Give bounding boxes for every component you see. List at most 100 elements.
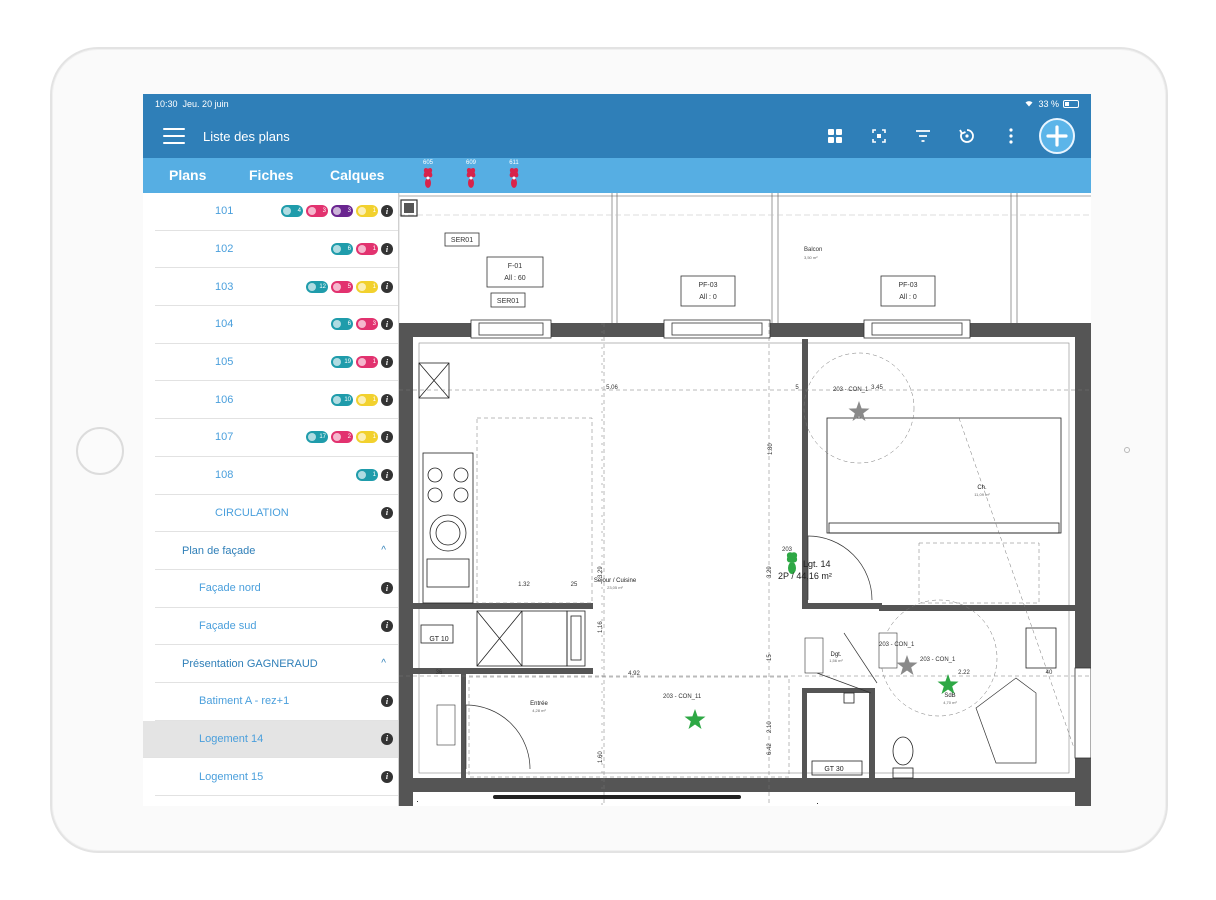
annotation-count-badge: 1: [356, 243, 378, 256]
info-icon[interactable]: i: [381, 770, 393, 783]
chevron-up-icon[interactable]: ^: [381, 658, 386, 669]
plan-list-item[interactable]: 101 4 3 3 1 i: [155, 193, 398, 231]
front-camera: [1124, 447, 1130, 453]
plan-list-item[interactable]: 108 1 i: [155, 457, 398, 495]
info-icon[interactable]: i: [381, 582, 393, 595]
plan-group-item[interactable]: Batiment A - rez+1 i: [155, 683, 398, 721]
annotation-count-badge: 4: [281, 205, 303, 218]
plan-group-item[interactable]: Logement 14 i: [143, 720, 398, 759]
info-icon[interactable]: i: [381, 393, 393, 406]
sync-icon[interactable]: [945, 114, 989, 158]
annotation-count-badge: 5: [331, 280, 353, 293]
marker-label-3: 203 - CON_1: [920, 657, 956, 663]
grid-view-icon[interactable]: [813, 114, 857, 158]
info-icon[interactable]: i: [381, 356, 393, 369]
green-star-marker[interactable]: [937, 674, 959, 694]
nav-title: Liste des plans: [203, 128, 290, 144]
dim-v3: 3.29: [767, 566, 773, 578]
dim-v2: 3.29: [598, 566, 604, 578]
plan-group-item[interactable]: Façade nord i: [155, 570, 398, 608]
dim-8: 36: [436, 670, 443, 676]
dim-1: 5.06: [606, 385, 618, 391]
info-icon[interactable]: i: [381, 243, 393, 256]
plan-group-item[interactable]: Façade sud i: [155, 608, 398, 646]
info-icon[interactable]: i: [381, 318, 393, 331]
tag-f01: F-01: [508, 263, 523, 270]
floor-plan-canvas[interactable]: SER01 F-01 All : 60 SER01 PF-03 All : 0 …: [399, 193, 1091, 806]
plan-group-header[interactable]: Plan de façade ^: [155, 532, 398, 570]
fan-layer-number: 611: [509, 160, 519, 166]
plan-item-label: Logement 14: [199, 732, 264, 745]
green-star-marker[interactable]: [684, 709, 706, 729]
marker-label-4: 203 - CON_11: [663, 694, 702, 700]
plan-group-header[interactable]: Présentation GAGNERAUD ^: [155, 645, 398, 683]
dim-9: 40: [1046, 670, 1053, 676]
home-button[interactable]: [76, 427, 124, 475]
group-title: Présentation GAGNERAUD: [182, 657, 318, 670]
status-date: Jeu. 20 juin: [182, 99, 229, 109]
plan-item-label: Logement 15: [199, 770, 264, 783]
tab-plans[interactable]: Plans: [169, 158, 206, 193]
room-logement-info: 2P / 44,16 m²: [778, 571, 832, 581]
annotation-count-badge: 6: [331, 318, 353, 331]
plan-item-label: Batiment A - rez+1: [199, 695, 290, 708]
status-bar: 10:30 Jeu. 20 juin 33 %: [143, 94, 1091, 114]
plan-group-item[interactable]: Logement 15 i: [155, 758, 398, 796]
plan-list-item[interactable]: 105 19 1 i: [155, 344, 398, 382]
annotation-count-badge: 1: [356, 431, 378, 444]
battery-percent: 33 %: [1038, 99, 1059, 109]
fit-screen-icon[interactable]: [857, 114, 901, 158]
dim-4: 1.32: [518, 582, 530, 588]
annotation-count-badge: 1: [356, 393, 378, 406]
plan-list-item[interactable]: 104 6 3 i: [155, 306, 398, 344]
more-options-icon[interactable]: [989, 114, 1033, 158]
info-icon[interactable]: i: [381, 619, 393, 632]
fan-layer-icon[interactable]: 605: [413, 158, 443, 193]
plan-label: 108: [215, 469, 234, 482]
tab-bar: Plans Fiches Calques 605 609 611: [143, 158, 1091, 193]
info-icon[interactable]: i: [381, 695, 393, 708]
marker-label-2: 203 - CON_1: [879, 642, 915, 648]
tag-pf03-a-all: All : 0: [699, 294, 717, 301]
plan-list-item[interactable]: 107 17 2 1 i: [155, 419, 398, 457]
tab-fiches[interactable]: Fiches: [249, 158, 293, 193]
plan-label: 105: [215, 356, 234, 369]
room-id: 203: [782, 547, 793, 553]
annotation-count-badge: 19: [331, 356, 353, 369]
plan-label: CIRCULATION: [215, 506, 289, 519]
annotation-count-badge: 1: [356, 469, 378, 482]
fan-layer-number: 605: [422, 160, 433, 166]
fan-layer-icon[interactable]: 611: [499, 158, 529, 193]
plan-list-item[interactable]: 106 10 1 i: [155, 381, 398, 420]
tag-ser01-bottom: SER01: [497, 298, 519, 305]
info-icon[interactable]: i: [381, 469, 393, 482]
dim-v1: 1.80: [768, 443, 774, 455]
tag-gt30: GT 30: [824, 766, 843, 773]
plan-list-item[interactable]: CIRCULATION i: [155, 495, 398, 533]
plan-list-item[interactable]: 102 6 1 i: [155, 231, 398, 269]
plan-list-item[interactable]: 103 12 5 1 i: [155, 268, 398, 307]
info-icon[interactable]: i: [381, 280, 393, 293]
add-icon[interactable]: [1039, 118, 1075, 154]
room-balcon: Balcon: [804, 247, 822, 253]
info-icon[interactable]: i: [381, 506, 393, 519]
fan-layer-icon[interactable]: 609: [456, 158, 486, 193]
room-entree: Entrée: [530, 701, 548, 707]
dim-v7: 1.60: [598, 751, 604, 763]
chevron-up-icon[interactable]: ^: [381, 545, 386, 556]
plan-label: 104: [215, 318, 234, 331]
tag-pf03-b-all: All : 0: [899, 294, 917, 301]
dim-6: 4.92: [628, 671, 640, 677]
info-icon[interactable]: i: [381, 431, 393, 444]
menu-icon[interactable]: [163, 128, 185, 144]
room-sdb: SdB: [944, 693, 955, 699]
filter-icon[interactable]: [901, 114, 945, 158]
room-balcon-area: 3,50 m²: [804, 255, 818, 260]
dim-v8: 2.10: [767, 721, 773, 733]
dim-v5: 6.42: [767, 743, 773, 755]
info-icon[interactable]: i: [381, 732, 393, 745]
info-icon[interactable]: i: [381, 205, 393, 218]
grey-star-marker[interactable]: [896, 655, 918, 675]
tab-calques[interactable]: Calques: [330, 158, 384, 193]
annotation-count-badge: 3: [331, 205, 353, 218]
